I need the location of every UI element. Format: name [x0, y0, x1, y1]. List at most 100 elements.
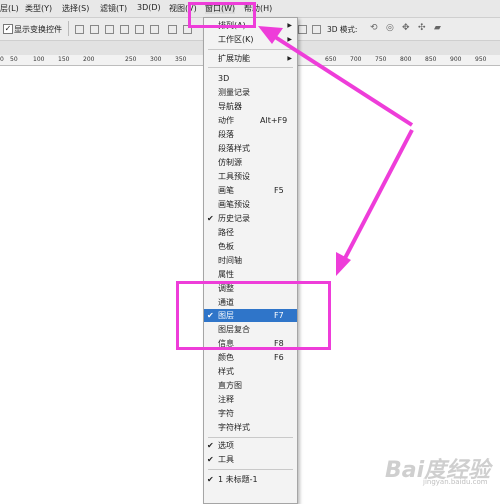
menu-item-paragraph-styles[interactable]: 段落样式 — [204, 142, 297, 155]
menu-item-history[interactable]: ✔ 历史记录 — [204, 212, 297, 225]
ruler-tick: 300 — [150, 56, 162, 63]
ruler-tick: 50 — [10, 56, 18, 63]
menu-item-label: 1 未标题-1 — [218, 475, 258, 484]
ruler-tick: 150 — [58, 56, 70, 63]
pan-3d-icon[interactable]: ✥ — [402, 23, 410, 33]
menu-select[interactable]: 选择(S) — [62, 3, 89, 14]
ruler-tick: 200 — [83, 56, 95, 63]
ruler-tick: 350 — [175, 56, 187, 63]
checkmark-icon: ✔ — [207, 475, 214, 484]
menu-filter[interactable]: 滤镜(T) — [100, 3, 127, 14]
show-transform-label: 显示变换控件 — [14, 25, 62, 34]
menu-item-3d[interactable]: 3D — [204, 72, 297, 85]
menu-item-clone-source[interactable]: 仿制源 — [204, 156, 297, 169]
ruler-tick: 800 — [400, 56, 412, 63]
menu-item-label: 工具 — [218, 455, 234, 464]
toolbar-divider — [68, 21, 69, 36]
menu-item-actions[interactable]: 动作 Alt+F9 — [204, 114, 297, 127]
menu-item-label: 属性 — [218, 270, 234, 279]
menu-item-brush[interactable]: 画笔 F5 — [204, 184, 297, 197]
ruler-tick: 750 — [375, 56, 387, 63]
checkmark-icon: ✔ — [207, 441, 214, 450]
menu-item-label: 注释 — [218, 395, 234, 404]
distribute-top-icon[interactable] — [168, 25, 177, 34]
menu-3d[interactable]: 3D(D) — [137, 3, 161, 12]
menu-item-document[interactable]: ✔ 1 未标题-1 — [204, 473, 297, 486]
menu-item-label: 路径 — [218, 228, 234, 237]
menu-item-label: 扩展功能 — [218, 54, 250, 63]
menu-item-extensions[interactable]: 扩展功能 ▶ — [204, 52, 297, 65]
mode-3d-label: 3D 模式: — [327, 25, 358, 34]
scale-3d-icon[interactable]: ▰ — [434, 23, 441, 33]
menu-item-label: 动作 — [218, 116, 234, 125]
menu-item-shortcut: Alt+F9 — [260, 116, 288, 125]
window-menu-dropdown: 排列(A) ▶ 工作区(K) ▶ 扩展功能 ▶ 3D 测量记录 导航器 动作 A… — [203, 17, 298, 504]
distribute-right-icon[interactable] — [298, 25, 307, 34]
menu-item-notes[interactable]: 注释 — [204, 393, 297, 406]
menu-item-swatches[interactable]: 色板 — [204, 240, 297, 253]
menu-item-styles[interactable]: 样式 — [204, 365, 297, 378]
menu-item-label: 字符 — [218, 409, 234, 418]
menu-item-shortcut: F6 — [274, 353, 284, 362]
menu-item-color[interactable]: 颜色 F6 — [204, 351, 297, 364]
ruler-tick: 900 — [450, 56, 462, 63]
menu-item-label: 历史记录 — [218, 214, 250, 223]
menu-item-label: 段落样式 — [218, 144, 250, 153]
menu-item-label: 测量记录 — [218, 88, 250, 97]
menu-item-label: 直方图 — [218, 381, 242, 390]
roll-3d-icon[interactable]: ◎ — [386, 23, 394, 33]
menu-item-label: 颜色 — [218, 353, 234, 362]
menu-item-tool-presets[interactable]: 工具预设 — [204, 170, 297, 183]
menu-item-label: 画笔预设 — [218, 200, 250, 209]
menu-item-label: 工具预设 — [218, 172, 250, 181]
menu-item-label: 时间轴 — [218, 256, 242, 265]
slide-3d-icon[interactable]: ✣ — [418, 23, 426, 33]
menu-item-timeline[interactable]: 时间轴 — [204, 254, 297, 267]
menu-item-label: 样式 — [218, 367, 234, 376]
menu-item-paragraph[interactable]: 段落 — [204, 128, 297, 141]
submenu-arrow-icon: ▶ — [287, 36, 292, 43]
align-bottom-icon[interactable] — [105, 25, 114, 34]
menu-item-label: 仿制源 — [218, 158, 242, 167]
menu-item-label: 3D — [218, 74, 230, 83]
menu-item-label: 色板 — [218, 242, 234, 251]
menu-item-navigator[interactable]: 导航器 — [204, 100, 297, 113]
align-vcenter-icon[interactable] — [90, 25, 99, 34]
menu-divider — [208, 469, 293, 470]
menu-type[interactable]: 类型(Y) — [25, 3, 52, 14]
menu-divider — [208, 437, 293, 438]
rotate-3d-icon[interactable]: ⟲ — [370, 23, 378, 33]
ruler-tick: 100 — [33, 56, 45, 63]
ruler-tick: 0 — [0, 56, 4, 63]
menu-item-paths[interactable]: 路径 — [204, 226, 297, 239]
menu-divider — [208, 67, 293, 68]
checkmark-icon: ✔ — [207, 455, 214, 464]
menu-item-label: 工作区(K) — [218, 35, 254, 44]
highlight-box-layers — [176, 281, 331, 350]
menu-item-histogram[interactable]: 直方图 — [204, 379, 297, 392]
submenu-arrow-icon: ▶ — [287, 22, 292, 29]
align-hcenter-icon[interactable] — [135, 25, 144, 34]
menu-item-options[interactable]: ✔ 选项 — [204, 439, 297, 452]
auto-align-icon[interactable] — [312, 25, 321, 34]
align-left-icon[interactable] — [120, 25, 129, 34]
menu-divider — [208, 49, 293, 50]
menu-item-label: 段落 — [218, 130, 234, 139]
menu-item-label: 字符样式 — [218, 423, 250, 432]
menu-item-brush-presets[interactable]: 画笔预设 — [204, 198, 297, 211]
ruler-tick: 250 — [125, 56, 137, 63]
menu-item-measurement-log[interactable]: 测量记录 — [204, 86, 297, 99]
menu-item-properties[interactable]: 属性 — [204, 268, 297, 281]
show-transform-checkbox[interactable]: ✓ — [3, 24, 13, 34]
align-top-icon[interactable] — [75, 25, 84, 34]
menu-item-workspace[interactable]: 工作区(K) ▶ — [204, 33, 297, 46]
menu-item-tools[interactable]: ✔ 工具 — [204, 453, 297, 466]
baidu-watermark-url: jingyan.baidu.com — [423, 478, 488, 486]
menu-item-character[interactable]: 字符 — [204, 407, 297, 420]
ruler-tick: 950 — [475, 56, 487, 63]
menu-layer[interactable]: 层(L) — [0, 3, 19, 14]
align-right-icon[interactable] — [150, 25, 159, 34]
ruler-tick: 700 — [350, 56, 362, 63]
submenu-arrow-icon: ▶ — [287, 55, 292, 62]
menu-item-character-styles[interactable]: 字符样式 — [204, 421, 297, 434]
